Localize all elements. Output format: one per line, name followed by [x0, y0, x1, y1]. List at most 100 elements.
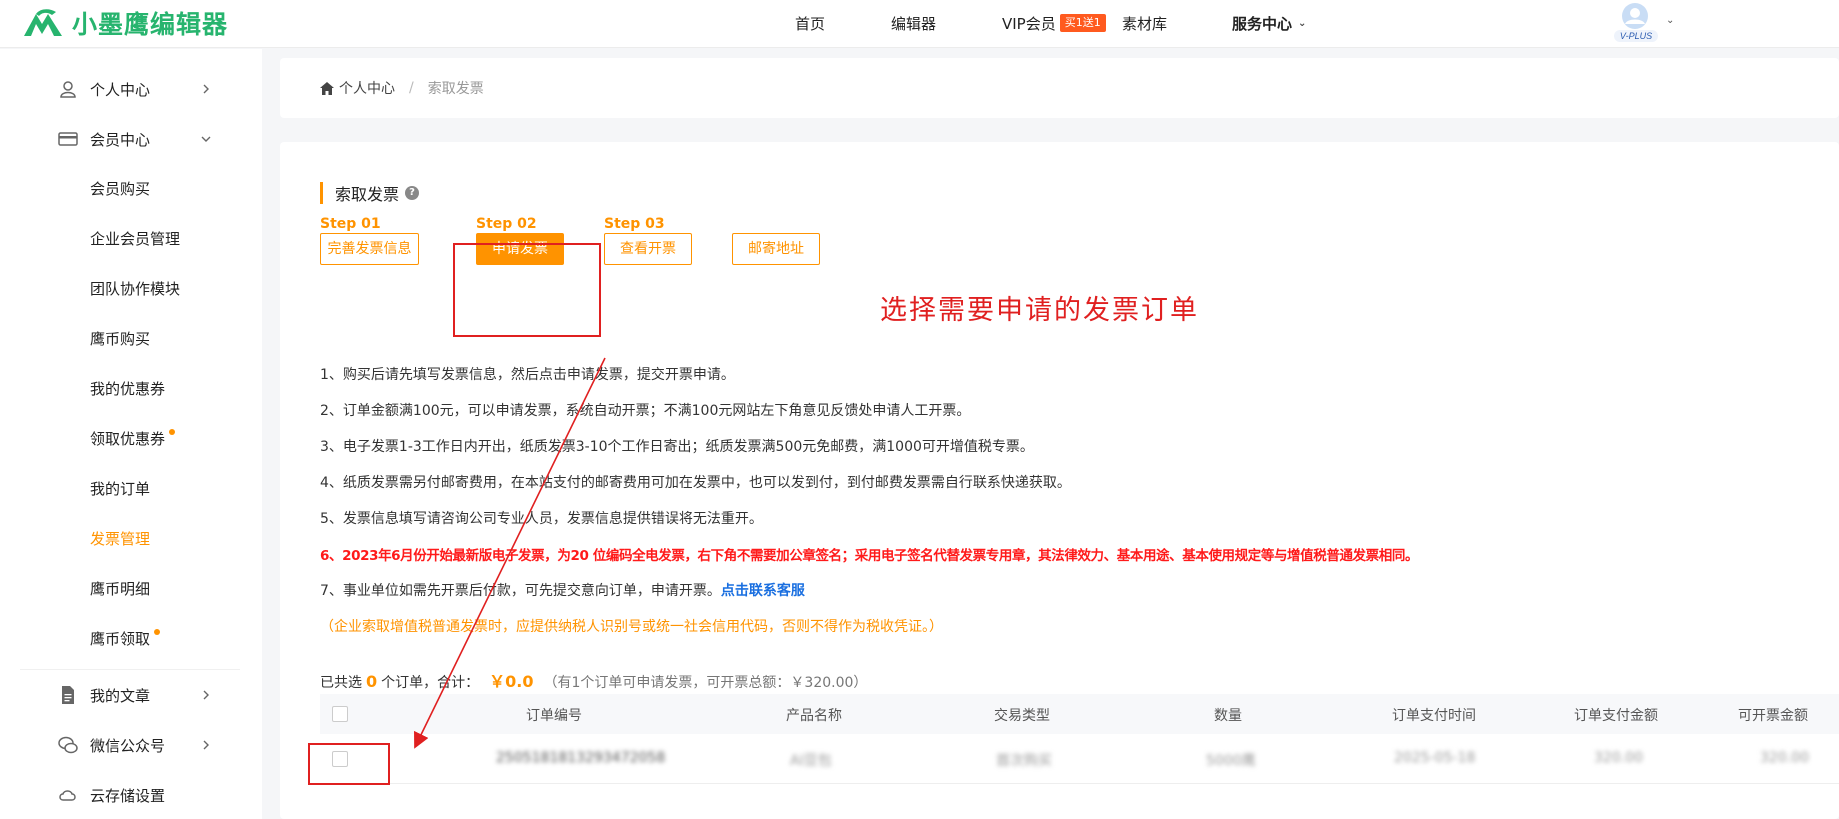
nav-home[interactable]: 首页 [795, 0, 825, 46]
card-icon [58, 132, 78, 146]
avatar-chevron-down-icon[interactable]: ⌄ [1666, 15, 1674, 26]
cell-pay-amount: 320.00 [1594, 750, 1643, 766]
sidebar-item-member[interactable]: 会员中心 [0, 119, 240, 159]
wechat-icon [58, 736, 78, 754]
summary-mid: 个订单，合计： [381, 675, 480, 691]
chevron-right-icon [203, 740, 209, 750]
col-invoice-amount: 可开票金额 [1738, 708, 1808, 724]
cell-order-no: 2505181813293472058 [496, 750, 666, 766]
invoice-main-panel: 索取发票 ? Step 01 完善发票信息 Step 02 申请发票 Step … [280, 142, 1839, 819]
breadcrumb: 个人中心 / 索取发票 [320, 78, 484, 98]
sidebar-sub-item-coupon[interactable]: 领取优惠券 [90, 424, 176, 454]
col-pay-time: 订单支付时间 [1392, 708, 1476, 724]
note-1: 1、购买后请先填写发票信息，然后点击申请发票，提交开票申请。 [320, 367, 735, 383]
note-5: 5、发票信息填写请咨询公司专业人员，发票信息提供错误将无法重开。 [320, 511, 763, 527]
sidebar-sub-item[interactable]: 会员购买 [90, 174, 150, 204]
breadcrumb-separator: / [409, 80, 414, 96]
notification-dot [169, 429, 176, 435]
user-avatar[interactable]: V-PLUS [1612, 2, 1660, 44]
step-view-invoice-button[interactable]: 查看开票 [604, 233, 692, 265]
col-quantity: 数量 [1214, 708, 1242, 724]
section-title: 索取发票 ? [320, 182, 420, 204]
step-3-label: Step 03 [604, 216, 665, 232]
step-2-label: Step 02 [476, 216, 537, 232]
sidebar-sub-item[interactable]: 鹰币明细 [90, 574, 150, 604]
sidebar-item-cloud[interactable]: 云存储设置 [0, 775, 240, 815]
col-product: 产品名称 [786, 708, 842, 724]
chevron-right-icon [203, 84, 209, 94]
brand-logo[interactable]: 小墨鹰编辑器 [22, 6, 228, 40]
step-1-label: Step 01 [320, 216, 381, 232]
nav-vip-label: VIP会员 [1002, 14, 1056, 33]
help-icon[interactable]: ? [405, 186, 420, 200]
sidebar-sub-item-invoice[interactable]: 发票管理 [90, 524, 150, 554]
col-pay-amount: 订单支付金额 [1574, 708, 1658, 724]
cell-type: 首次购买 [996, 753, 1052, 769]
sidebar-label: 云存储设置 [90, 786, 166, 805]
brand-name: 小墨鹰编辑器 [72, 10, 229, 39]
sidebar-sub-item[interactable]: 我的订单 [90, 474, 150, 504]
home-icon [320, 81, 334, 95]
note-2: 2、订单金额满100元，可以申请发票，系统自动开票；不满100元网站左下角意见反… [320, 403, 971, 419]
sidebar-item-personal[interactable]: 个人中心 [0, 69, 240, 109]
chevron-down-icon: ⌄ [1298, 17, 1307, 29]
section-title-text: 索取发票 [335, 185, 400, 204]
chevron-down-icon [201, 136, 211, 142]
contact-support-link[interactable]: 点击联系客服 [721, 583, 805, 599]
sidebar-sub-item-coins[interactable]: 鹰币领取 [90, 624, 161, 654]
nav-home-label: 首页 [795, 14, 826, 33]
sidebar-label: 个人中心 [90, 80, 151, 99]
note-8: （企业索取增值税普通发票时，应提供纳税人识别号或统一社会信用代码，否则不得作为税… [320, 619, 943, 635]
sidebar-sub-label: 鹰币领取 [90, 630, 151, 648]
table-header: 订单编号 产品名称 交易类型 数量 订单支付时间 订单支付金额 可开票金额 [320, 694, 1839, 734]
breadcrumb-current: 索取发票 [427, 81, 484, 97]
col-type: 交易类型 [994, 708, 1050, 724]
notification-dot [154, 629, 161, 635]
table-row: 2505181813293472058 AI豆包 首次购买 5000鹰 2025… [320, 734, 1839, 784]
sidebar-label: 会员中心 [90, 130, 151, 149]
chevron-right-icon [203, 690, 209, 700]
sidebar-sub-item[interactable]: 鹰币购买 [90, 324, 150, 354]
selected-count: 0 [366, 672, 378, 691]
step-complete-info-button[interactable]: 完善发票信息 [320, 233, 419, 265]
sidebar-sub-label: 领取优惠券 [90, 430, 166, 448]
step-2-highlight-box [453, 243, 601, 337]
nav-editor[interactable]: 编辑器 [891, 0, 936, 46]
breadcrumb-card: 个人中心 / 索取发票 [280, 58, 1839, 118]
cloud-icon [59, 790, 76, 801]
selection-summary: 已共选 0 个订单，合计： ￥0.0 （有1个订单可申请发票，可开票总额：￥320.00… [320, 668, 867, 692]
divider [20, 669, 240, 670]
nav-materials-label: 素材库 [1122, 14, 1168, 33]
document-icon [62, 686, 74, 704]
vplus-label: V-PLUS [1620, 31, 1652, 41]
select-all-checkbox[interactable] [332, 706, 348, 722]
summary-extra: （有1个订单可申请发票，可开票总额：￥320.00） [543, 675, 868, 691]
cell-pay-time: 2025-05-18 [1394, 750, 1476, 766]
sidebar-sub-item[interactable]: 我的优惠券 [90, 374, 165, 404]
sidebar-item-wechat[interactable]: 微信公众号 [0, 725, 240, 765]
eagle-logo-icon [24, 9, 62, 36]
cell-quantity: 5000鹰 [1206, 753, 1256, 769]
annotation-text: 选择需要申请的发票订单 [880, 295, 1199, 326]
breadcrumb-home[interactable]: 个人中心 [339, 78, 395, 98]
note-4: 4、纸质发票需另付邮寄费用，在本站支付的邮寄费用可加在发票中，也可以发到付，到付… [320, 475, 1071, 491]
sidebar-label: 我的文章 [90, 686, 151, 705]
summary-prefix: 已共选 [320, 675, 362, 691]
nav-vip[interactable]: VIP会员 买1送1 [1002, 0, 1106, 46]
sidebar-item-articles[interactable]: 我的文章 [0, 675, 240, 715]
top-navbar: 小墨鹰编辑器 首页 编辑器 VIP会员 买1送1 素材库 服务中心 ⌄ V-PL… [0, 0, 1839, 48]
nav-service-label: 服务中心 [1232, 14, 1293, 33]
note-7-text: 7、事业单位如需先开票后付款，可先提交意向订单，申请开票。 [320, 583, 721, 599]
note-7: 7、事业单位如需先开票后付款，可先提交意向订单，申请开票。点击联系客服 [320, 580, 805, 600]
nav-service[interactable]: 服务中心 ⌄ [1232, 0, 1306, 46]
sidebar-label: 微信公众号 [90, 736, 166, 755]
nav-editor-label: 编辑器 [891, 14, 937, 33]
cell-invoice-amount: 320.00 [1760, 750, 1809, 766]
nav-materials[interactable]: 素材库 [1122, 0, 1167, 46]
selected-amount: ￥0.0 [489, 672, 534, 691]
vip-promo-badge: 买1送1 [1059, 14, 1106, 32]
sidebar-sub-item[interactable]: 企业会员管理 [90, 224, 180, 254]
sidebar-sub-item[interactable]: 团队协作模块 [90, 274, 180, 304]
mailing-address-button[interactable]: 邮寄地址 [732, 233, 820, 265]
col-order-no: 订单编号 [526, 708, 582, 724]
